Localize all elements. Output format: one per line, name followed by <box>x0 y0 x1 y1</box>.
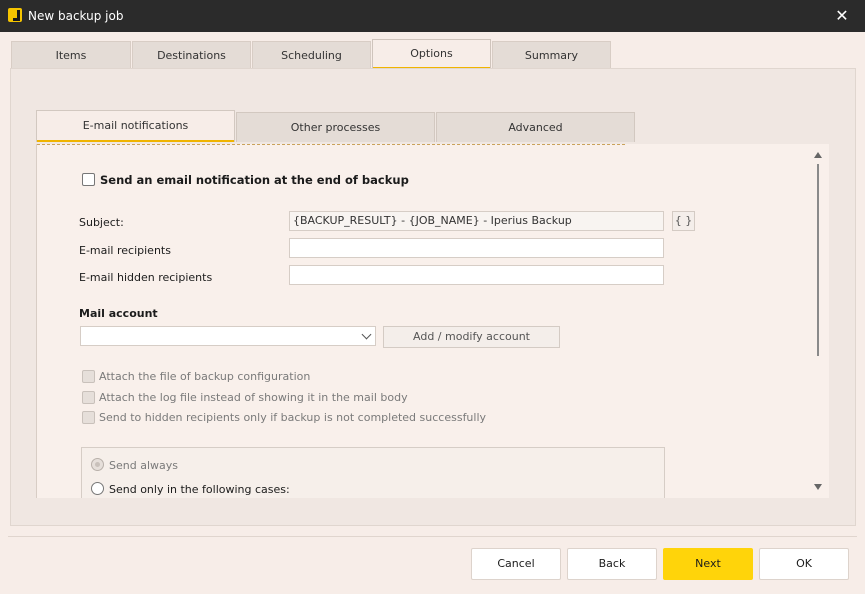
subtab-advanced[interactable]: Advanced <box>436 112 635 142</box>
mail-account-heading: Mail account <box>79 307 158 320</box>
attach-log-checkbox[interactable] <box>82 391 95 404</box>
recipients-input[interactable] <box>289 238 664 258</box>
title-bar: New backup job ✕ <box>0 0 865 32</box>
email-notifications-content: Send an email notification at the end of… <box>36 144 829 498</box>
hidden-recipients-label: E-mail hidden recipients <box>79 271 213 284</box>
hidden-recipients-input[interactable] <box>289 265 664 285</box>
tab-scheduling[interactable]: Scheduling <box>252 41 371 69</box>
content-scrollbar[interactable] <box>810 146 826 496</box>
next-button[interactable]: Next <box>663 548 753 580</box>
subtab-other-processes[interactable]: Other processes <box>236 112 435 142</box>
mail-account-select[interactable] <box>80 326 376 346</box>
tab-summary[interactable]: Summary <box>492 41 611 69</box>
tab-items[interactable]: Items <box>11 41 131 69</box>
send-notification-checkbox[interactable] <box>82 173 95 186</box>
subtab-email-notifications[interactable]: E-mail notifications <box>36 110 235 142</box>
scroll-down-arrow-icon[interactable] <box>814 484 822 490</box>
back-button[interactable]: Back <box>567 548 657 580</box>
focus-line <box>37 144 625 146</box>
scroll-up-arrow-icon[interactable] <box>814 152 822 158</box>
cancel-button[interactable]: Cancel <box>471 548 561 580</box>
send-only-cases-label: Send only in the following cases: <box>109 483 290 496</box>
send-always-label: Send always <box>109 459 178 472</box>
tab-options[interactable]: Options <box>372 39 491 69</box>
hidden-only-on-failure-label: Send to hidden recipients only if backup… <box>99 411 487 424</box>
attach-config-label: Attach the file of backup configuration <box>99 370 311 383</box>
chevron-down-icon <box>361 329 372 340</box>
hidden-only-on-failure-checkbox[interactable] <box>82 411 95 424</box>
send-notification-label: Send an email notification at the end of… <box>100 173 409 187</box>
close-button[interactable]: ✕ <box>819 0 865 32</box>
ok-button[interactable]: OK <box>759 548 849 580</box>
subject-input[interactable]: {BACKUP_RESULT} - {JOB_NAME} - Iperius B… <box>289 211 664 231</box>
send-always-radio[interactable] <box>91 458 104 471</box>
attach-log-label: Attach the log file instead of showing i… <box>99 391 408 404</box>
recipients-label: E-mail recipients <box>79 244 171 257</box>
footer-divider <box>8 536 857 537</box>
attach-config-checkbox[interactable] <box>82 370 95 383</box>
tab-destinations[interactable]: Destinations <box>132 41 251 69</box>
variables-button[interactable]: { } <box>672 211 695 231</box>
iperius-logo-icon <box>8 8 22 22</box>
add-modify-account-button[interactable]: Add / modify account <box>383 326 560 348</box>
send-only-cases-radio[interactable] <box>91 482 104 495</box>
window-title: New backup job <box>28 9 124 23</box>
subject-label: Subject: <box>79 216 124 229</box>
send-mode-group: Send always Send only in the following c… <box>81 447 665 498</box>
scroll-thumb[interactable] <box>817 164 819 356</box>
